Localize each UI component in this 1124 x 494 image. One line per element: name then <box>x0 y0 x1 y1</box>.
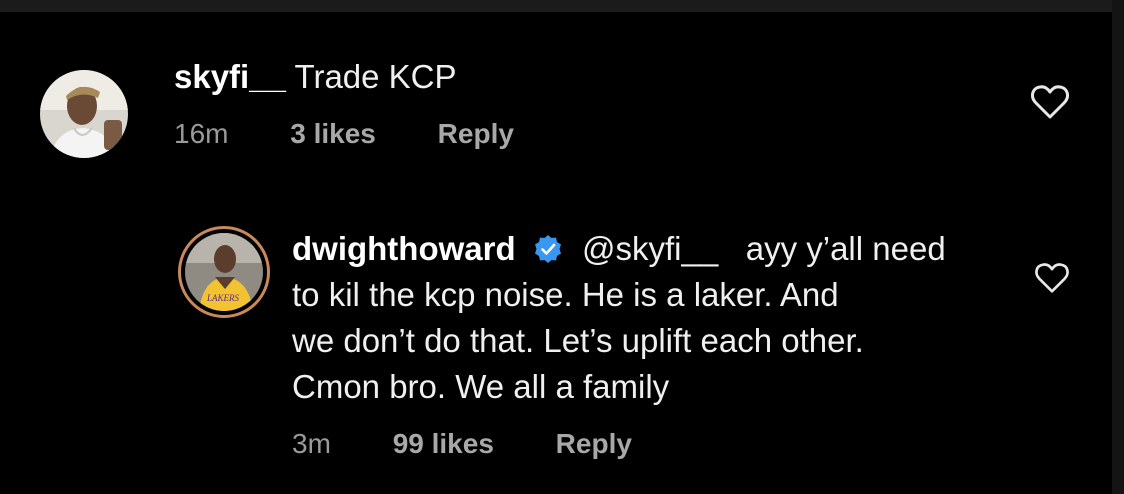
likes-count[interactable]: 3 likes <box>290 118 376 149</box>
reply-button[interactable]: Reply <box>438 118 514 149</box>
avatar-photo <box>40 70 128 158</box>
comment-text: Trade KCP <box>294 58 457 95</box>
top-edge-bar <box>0 0 1124 12</box>
reply-button[interactable]: Reply <box>556 428 632 459</box>
likes-count[interactable]: 99 likes <box>393 428 494 459</box>
username[interactable]: skyfi__ <box>174 58 286 95</box>
comment-body: skyfi__ Trade KCP <box>174 54 457 100</box>
comment-meta: 3m 99 likes Reply <box>292 424 686 464</box>
heart-icon[interactable] <box>1034 262 1070 299</box>
timestamp: 16m <box>174 118 229 149</box>
comment-meta: 16m 3 likes Reply <box>174 114 568 154</box>
comment-text: to kil the kcp noise. He is a laker. And <box>292 276 839 313</box>
comment-text: ayy y’all need <box>745 230 946 267</box>
comment-body-line-1: dwighthoward @skyfi__ ayy y’all need <box>292 226 946 276</box>
heart-icon[interactable] <box>1030 84 1070 125</box>
comment-text: Cmon bro. We all a family <box>292 368 670 405</box>
verified-badge-icon <box>533 230 563 276</box>
timestamp: 3m <box>292 428 331 459</box>
right-edge-bar <box>1112 0 1124 494</box>
username[interactable]: dwighthoward <box>292 230 516 267</box>
avatar[interactable]: LAKERS <box>178 226 270 318</box>
mention-link[interactable]: @skyfi__ <box>582 230 718 267</box>
avatar-photo: LAKERS <box>185 233 263 311</box>
comment-text: we don’t do that. Let’s uplift each othe… <box>292 322 864 359</box>
svg-text:LAKERS: LAKERS <box>206 293 240 303</box>
avatar[interactable] <box>40 70 128 158</box>
